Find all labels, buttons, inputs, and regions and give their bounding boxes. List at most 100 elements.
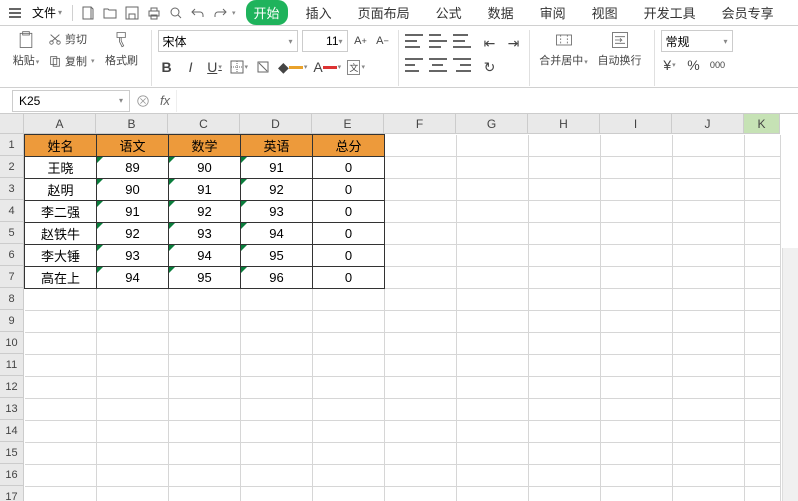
cell[interactable]: [97, 289, 169, 311]
cell[interactable]: [385, 135, 457, 157]
cell[interactable]: [241, 465, 313, 487]
cell[interactable]: [241, 289, 313, 311]
cell[interactable]: [745, 355, 781, 377]
cell[interactable]: [745, 223, 781, 245]
cell[interactable]: [601, 487, 673, 501]
cell[interactable]: [241, 421, 313, 443]
cell[interactable]: [385, 355, 457, 377]
column-header-D[interactable]: D: [240, 114, 312, 134]
cell[interactable]: [529, 267, 601, 289]
cell[interactable]: [673, 443, 745, 465]
cell[interactable]: [169, 377, 241, 399]
cell[interactable]: [529, 465, 601, 487]
cell[interactable]: 91: [241, 157, 313, 179]
cell[interactable]: [97, 333, 169, 355]
cell[interactable]: 高在上: [25, 267, 97, 289]
tab-review[interactable]: 审阅: [532, 0, 574, 25]
cell[interactable]: [529, 355, 601, 377]
fx-button[interactable]: fx: [154, 90, 176, 112]
formula-input[interactable]: [176, 90, 798, 112]
cell[interactable]: 96: [241, 267, 313, 289]
clear-format-button[interactable]: [254, 58, 272, 76]
cell[interactable]: [457, 289, 529, 311]
cell[interactable]: [97, 443, 169, 465]
cell[interactable]: [745, 399, 781, 421]
cell[interactable]: [385, 311, 457, 333]
tab-page-layout[interactable]: 页面布局: [350, 0, 418, 25]
cell[interactable]: [457, 267, 529, 289]
cell[interactable]: [25, 465, 97, 487]
cell[interactable]: [673, 377, 745, 399]
cell[interactable]: [241, 443, 313, 465]
column-header-E[interactable]: E: [312, 114, 384, 134]
print-icon[interactable]: [143, 2, 165, 24]
cell[interactable]: [97, 399, 169, 421]
cell[interactable]: [25, 333, 97, 355]
cell[interactable]: [25, 289, 97, 311]
cell[interactable]: [601, 377, 673, 399]
cell[interactable]: [241, 333, 313, 355]
cell[interactable]: [385, 267, 457, 289]
increase-font-button[interactable]: A+: [352, 32, 370, 50]
row-header-13[interactable]: 13: [0, 398, 24, 420]
tab-formula[interactable]: 公式: [428, 0, 470, 25]
format-painter-button[interactable]: 格式刷: [99, 30, 145, 68]
cell[interactable]: 赵明: [25, 179, 97, 201]
cell[interactable]: 0: [313, 201, 385, 223]
cell[interactable]: [601, 355, 673, 377]
cell[interactable]: 91: [169, 179, 241, 201]
cell[interactable]: 总分: [313, 135, 385, 157]
cell[interactable]: [745, 267, 781, 289]
vertical-scrollbar[interactable]: [782, 248, 798, 501]
cell[interactable]: [313, 377, 385, 399]
cell[interactable]: [457, 135, 529, 157]
cell[interactable]: [601, 311, 673, 333]
cell[interactable]: [241, 399, 313, 421]
cell[interactable]: [97, 377, 169, 399]
cell[interactable]: 90: [97, 179, 169, 201]
cell[interactable]: [313, 465, 385, 487]
cell[interactable]: [385, 245, 457, 267]
cell[interactable]: [457, 311, 529, 333]
cut-button[interactable]: 剪切: [48, 30, 95, 48]
cell[interactable]: 94: [169, 245, 241, 267]
cell[interactable]: [673, 201, 745, 223]
paste-button[interactable]: 粘贴▾: [6, 30, 46, 68]
tab-start[interactable]: 开始: [246, 0, 288, 25]
cell[interactable]: [745, 157, 781, 179]
cell[interactable]: [673, 399, 745, 421]
row-header-8[interactable]: 8: [0, 288, 24, 310]
select-all-corner[interactable]: [0, 114, 24, 134]
cell[interactable]: [457, 201, 529, 223]
cell[interactable]: [529, 135, 601, 157]
cell[interactable]: [601, 223, 673, 245]
cell[interactable]: [745, 333, 781, 355]
row-header-15[interactable]: 15: [0, 442, 24, 464]
cell[interactable]: 语文: [97, 135, 169, 157]
cancel-formula-button[interactable]: [132, 90, 154, 112]
cell[interactable]: [385, 487, 457, 501]
column-header-K[interactable]: K: [744, 114, 780, 134]
name-box[interactable]: K25 ▾: [12, 90, 130, 112]
cell[interactable]: [529, 487, 601, 501]
column-header-G[interactable]: G: [456, 114, 528, 134]
cell[interactable]: [313, 443, 385, 465]
cell[interactable]: [457, 487, 529, 501]
file-menu-button[interactable]: 文件 ▾: [26, 2, 68, 24]
cell[interactable]: [673, 487, 745, 501]
wrap-text-button[interactable]: 自动换行: [592, 30, 648, 68]
align-middle-button[interactable]: [429, 34, 447, 48]
cell[interactable]: 90: [169, 157, 241, 179]
cell[interactable]: 英语: [241, 135, 313, 157]
cell[interactable]: [241, 487, 313, 501]
cell[interactable]: [385, 157, 457, 179]
row-header-6[interactable]: 6: [0, 244, 24, 266]
column-header-C[interactable]: C: [168, 114, 240, 134]
cell[interactable]: [457, 179, 529, 201]
cell[interactable]: [601, 267, 673, 289]
font-color-button[interactable]: A▾: [313, 58, 341, 76]
cell[interactable]: [97, 421, 169, 443]
cell[interactable]: [673, 267, 745, 289]
cell[interactable]: 姓名: [25, 135, 97, 157]
cell[interactable]: [25, 377, 97, 399]
